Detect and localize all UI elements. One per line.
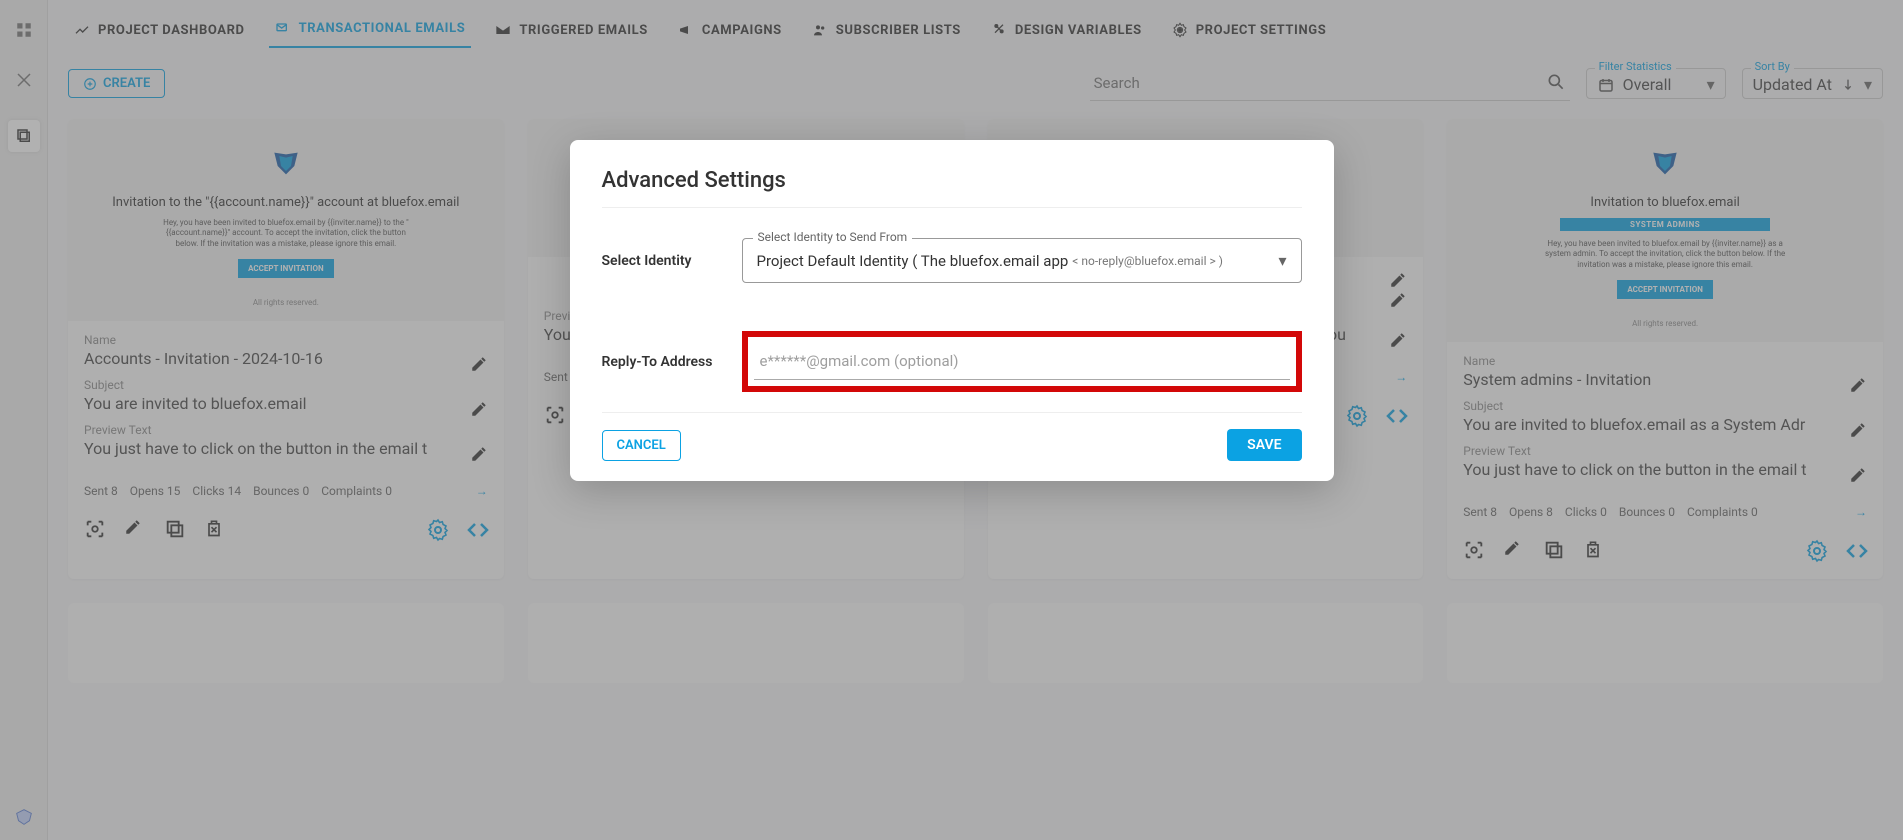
modal-overlay: Advanced Settings Select Identity Select… (0, 0, 1903, 840)
reply-to-label: Reply-To Address (602, 354, 742, 370)
cancel-button[interactable]: CANCEL (602, 430, 681, 461)
identity-sub-value: < no-reply@bluefox.email > ) (1072, 254, 1223, 268)
advanced-settings-modal: Advanced Settings Select Identity Select… (570, 140, 1334, 481)
reply-to-input[interactable] (754, 343, 1290, 380)
divider (602, 412, 1302, 413)
save-button[interactable]: SAVE (1227, 429, 1301, 461)
identity-select[interactable]: Select Identity to Send From Project Def… (742, 238, 1302, 283)
divider (602, 207, 1302, 208)
select-identity-label: Select Identity (602, 253, 742, 269)
chevron-down-icon: ▾ (1278, 251, 1286, 270)
identity-float-label: Select Identity to Send From (753, 230, 913, 244)
reply-to-highlight (742, 331, 1302, 392)
identity-value: Project Default Identity ( The bluefox.e… (757, 252, 1069, 270)
modal-title: Advanced Settings (602, 168, 1302, 193)
